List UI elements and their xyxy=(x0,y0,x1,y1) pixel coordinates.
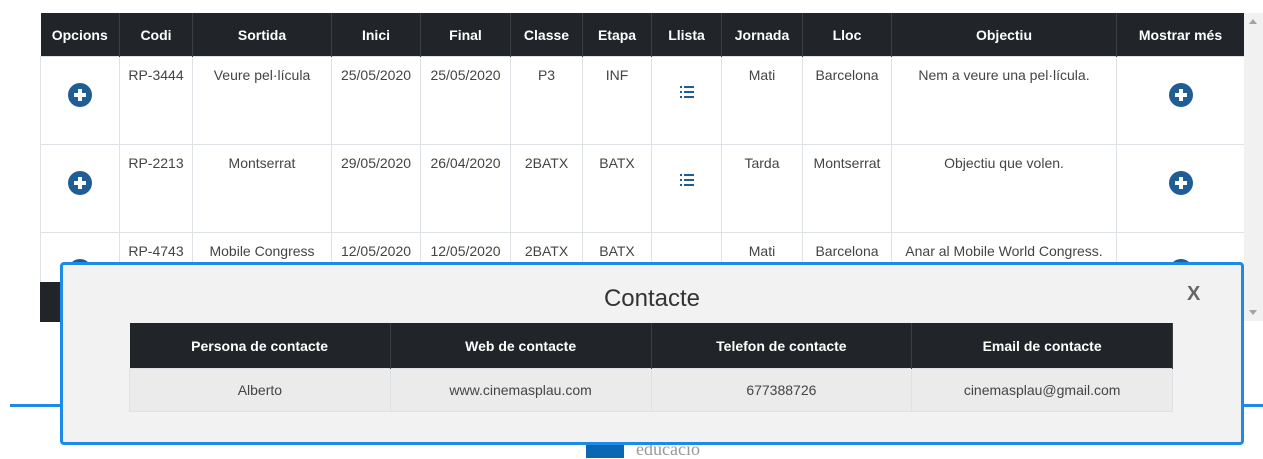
classe-cell: P3 xyxy=(510,56,583,145)
list-icon[interactable] xyxy=(679,173,694,189)
header-email: Email de contacte xyxy=(911,323,1173,369)
lloc-cell: Montserrat xyxy=(802,144,892,233)
header-web: Web de contacte xyxy=(390,323,652,369)
scroll-up-icon[interactable] xyxy=(1249,19,1257,24)
codi-cell: RP-3444 xyxy=(119,56,193,145)
header-opcions: Opcions xyxy=(40,13,120,57)
scroll-down-icon[interactable] xyxy=(1249,310,1257,315)
llista-cell xyxy=(651,144,722,233)
header-sortida: Sortida xyxy=(192,13,332,57)
inici-cell: 25/05/2020 xyxy=(331,56,421,145)
more-cell xyxy=(1116,56,1244,145)
header-inici: Inici xyxy=(331,13,421,57)
header-etapa: Etapa xyxy=(582,13,652,57)
sortida-cell: Montserrat xyxy=(192,144,332,233)
more-cell xyxy=(1116,144,1244,233)
objectiu-cell: Nem a veure una pel·lícula. xyxy=(891,56,1117,145)
plus-circle-icon[interactable] xyxy=(1168,171,1193,195)
header-jornada: Jornada xyxy=(721,13,803,57)
objectiu-cell: Objectiu que volen. xyxy=(891,144,1117,233)
table-header-row: Opcions Codi Sortida Inici Final Classe … xyxy=(40,13,1244,57)
jornada-cell: Mati xyxy=(721,56,803,145)
table-row: RP-2213 Montserrat 29/05/2020 26/04/2020… xyxy=(40,144,1244,233)
codi-cell: RP-2213 xyxy=(119,144,193,233)
email-cell: cinemasplau@gmail.com xyxy=(911,368,1173,412)
web-cell: www.cinemasplau.com xyxy=(389,368,652,412)
options-cell xyxy=(40,144,120,233)
inici-cell: 29/05/2020 xyxy=(331,144,421,233)
table-row: RP-3444 Veure pel·lícula 25/05/2020 25/0… xyxy=(40,56,1244,145)
contact-modal: Contacte X Persona de contacte Web de co… xyxy=(60,262,1244,445)
header-llista: Llista xyxy=(651,13,722,57)
etapa-cell: BATX xyxy=(582,144,652,233)
list-icon[interactable] xyxy=(679,85,694,101)
sortida-cell: Veure pel·lícula xyxy=(192,56,332,145)
contact-header-row: Persona de contacte Web de contacte Tele… xyxy=(129,323,1173,369)
header-mostrar-mes: Mostrar més xyxy=(1116,13,1244,57)
header-codi: Codi xyxy=(119,13,193,57)
header-objectiu: Objectiu xyxy=(891,13,1117,57)
plus-circle-icon[interactable] xyxy=(1168,83,1193,107)
jornada-cell: Tarda xyxy=(721,144,803,233)
persona-cell: Alberto xyxy=(129,368,391,412)
etapa-cell: INF xyxy=(582,56,652,145)
header-telefon: Telefon de contacte xyxy=(651,323,913,369)
classe-cell: 2BATX xyxy=(510,144,583,233)
header-persona: Persona de contacte xyxy=(129,323,391,369)
header-classe: Classe xyxy=(510,13,583,57)
final-cell: 26/04/2020 xyxy=(420,144,511,233)
final-cell: 25/05/2020 xyxy=(420,56,511,145)
plus-circle-icon[interactable] xyxy=(68,83,92,107)
lloc-cell: Barcelona xyxy=(802,56,892,145)
close-button[interactable]: X xyxy=(1187,283,1200,306)
options-cell xyxy=(40,56,120,145)
modal-title: Contacte xyxy=(603,285,701,312)
telefon-cell: 677388726 xyxy=(650,368,913,412)
llista-cell xyxy=(651,56,722,145)
header-lloc: Lloc xyxy=(802,13,892,57)
header-final: Final xyxy=(420,13,511,57)
contact-row: Alberto www.cinemasplau.com 677388726 ci… xyxy=(129,368,1173,412)
vertical-scrollbar[interactable] xyxy=(1244,13,1263,321)
plus-circle-icon[interactable] xyxy=(68,171,92,195)
contact-table: Persona de contacte Web de contacte Tele… xyxy=(129,323,1173,412)
